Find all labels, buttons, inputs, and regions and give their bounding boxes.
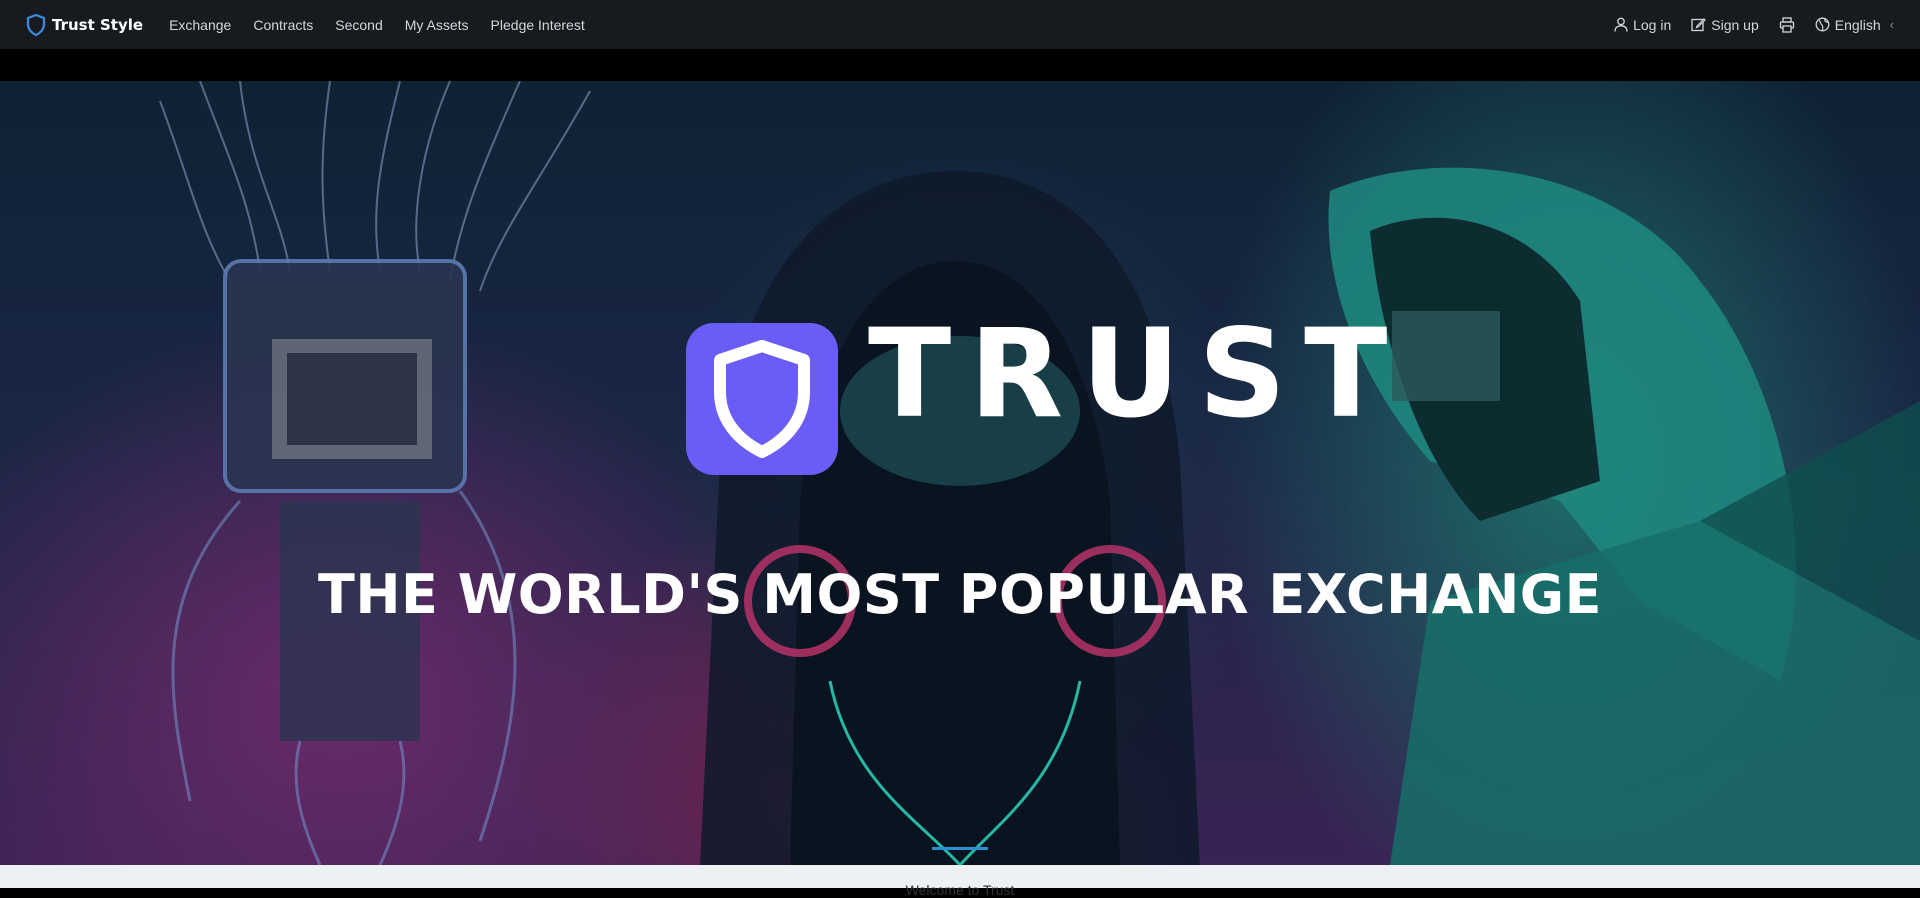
nav-my-assets[interactable]: My Assets [405, 17, 469, 33]
nav-right: Log in Sign up English ‹ [1614, 17, 1894, 33]
bottom-section: Welcome to Trust [0, 865, 1920, 898]
hero-background-art [159, 81, 1920, 865]
hero-banner: TRUST THE WORLD'S MOST POPULAR EXCHANGE [0, 81, 1920, 865]
hero-brand-text: TRUST [868, 303, 1406, 445]
trust-logo [686, 323, 838, 475]
globe-icon [1815, 17, 1830, 32]
login-link[interactable]: Log in [1614, 17, 1671, 33]
brand-name: Trust Style [52, 15, 144, 34]
nav-contracts[interactable]: Contracts [253, 17, 313, 33]
shield-icon [26, 13, 46, 36]
signup-link[interactable]: Sign up [1691, 16, 1759, 33]
login-label: Log in [1633, 16, 1672, 33]
top-navbar: Trust Style Exchange Contracts Second My… [0, 0, 1920, 49]
slider-indicator[interactable] [932, 847, 988, 850]
hero-tagline: THE WORLD'S MOST POPULAR EXCHANGE [318, 563, 1602, 626]
chevron-left-icon: ‹ [1889, 17, 1894, 32]
welcome-text: Welcome to Trust [905, 882, 1015, 898]
language-selector[interactable]: English ‹ [1815, 17, 1894, 33]
nav-second[interactable]: Second [335, 17, 382, 33]
nav-exchange[interactable]: Exchange [169, 17, 231, 33]
language-label: English [1834, 16, 1881, 33]
printer-icon [1779, 16, 1795, 33]
user-icon [1614, 17, 1628, 32]
brand-home-link[interactable]: Trust Style [26, 13, 144, 36]
edit-icon [1691, 17, 1707, 32]
main-nav: Exchange Contracts Second My Assets Pled… [169, 17, 585, 33]
nav-pledge-interest[interactable]: Pledge Interest [491, 17, 585, 33]
shield-icon [714, 340, 810, 458]
printer-button[interactable] [1779, 16, 1795, 33]
signup-label: Sign up [1711, 16, 1759, 33]
